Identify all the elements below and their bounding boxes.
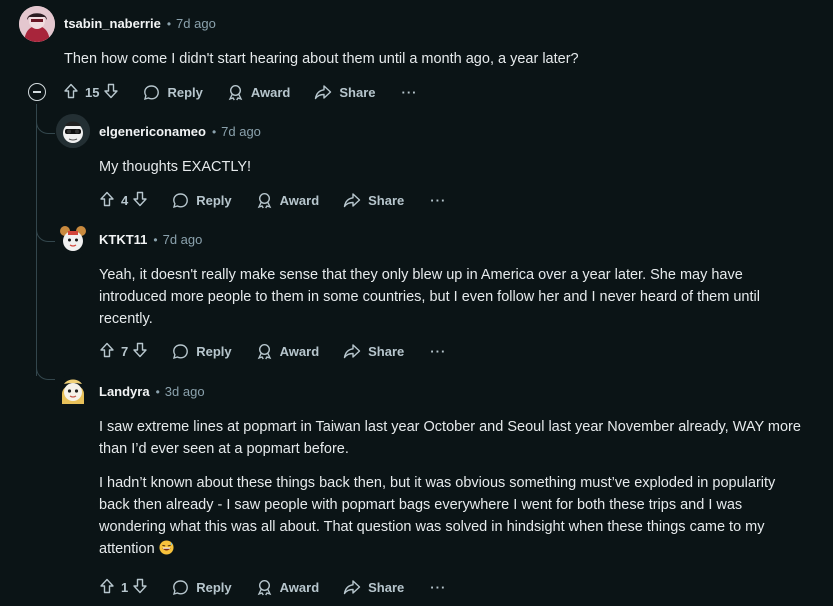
vote-count: 7 — [121, 343, 129, 359]
thread-connector — [36, 121, 55, 134]
reply-button[interactable]: Reply — [172, 192, 232, 209]
upvote-icon[interactable] — [99, 191, 115, 210]
reply-label: Reply — [167, 84, 203, 100]
separator-dot: • — [153, 232, 158, 247]
thread-line — [36, 104, 37, 376]
award-label: Award — [250, 84, 291, 100]
collapse-icon — [33, 91, 41, 93]
vote-control: 15 — [63, 83, 119, 102]
avatar[interactable] — [56, 222, 90, 256]
comment-actions: 15 Reply Award Share ··· — [63, 80, 418, 104]
comment-actions: 4 Reply Award Share ··· — [99, 188, 446, 212]
share-icon — [343, 343, 361, 358]
award-icon — [257, 579, 271, 595]
avatar[interactable] — [56, 114, 90, 148]
more-options-button[interactable]: ··· — [430, 193, 446, 208]
reply-icon — [173, 579, 189, 595]
award-label: Award — [279, 579, 320, 595]
downvote-icon[interactable] — [103, 83, 119, 102]
collapse-thread-button[interactable] — [28, 83, 46, 101]
more-options-button[interactable]: ··· — [430, 580, 446, 595]
timestamp[interactable]: 7d ago — [176, 16, 216, 31]
thread-connector — [36, 367, 55, 380]
more-options-button[interactable]: ··· — [430, 344, 446, 359]
award-icon — [257, 192, 271, 208]
username[interactable]: KTKT11 — [99, 232, 147, 247]
username[interactable]: tsabin_naberrie — [64, 16, 161, 31]
reply-icon — [173, 192, 189, 208]
separator-dot: • — [166, 16, 172, 31]
comment-actions: 7 Reply Award Share ··· — [99, 339, 446, 363]
comment-header: elgenericonameo • 7d ago — [99, 124, 261, 139]
comment-paragraph: Then how come I didn't start hearing abo… — [64, 51, 579, 67]
reply-button[interactable]: Reply — [172, 343, 232, 360]
comment-paragraph-text: I hadn’t known about these things back t… — [99, 475, 776, 557]
downvote-icon[interactable] — [132, 191, 148, 210]
separator-dot: • — [155, 384, 160, 399]
timestamp[interactable]: 7d ago — [163, 232, 203, 247]
upvote-icon[interactable] — [99, 578, 115, 597]
downvote-icon[interactable] — [132, 578, 148, 597]
vote-control: 1 — [99, 578, 148, 597]
username[interactable]: Landyra — [99, 384, 150, 399]
award-button[interactable]: Award — [256, 579, 320, 596]
vote-count: 1 — [121, 579, 129, 595]
comment-body: I saw extreme lines at popmart in Taiwan… — [99, 416, 804, 560]
award-label: Award — [279, 343, 320, 359]
award-icon — [257, 343, 271, 359]
share-button[interactable]: Share — [343, 579, 404, 596]
comment-header: KTKT11 • 7d ago — [99, 232, 202, 247]
upvote-icon[interactable] — [63, 83, 79, 102]
comment-header: Landyra • 3d ago — [99, 384, 205, 399]
award-button[interactable]: Award — [256, 343, 320, 360]
reply-icon — [144, 84, 160, 100]
award-label: Award — [279, 192, 320, 208]
grinning-sweat-emoji — [159, 540, 174, 555]
award-button[interactable]: Award — [256, 192, 320, 209]
reply-icon — [173, 343, 189, 359]
vote-count: 15 — [85, 84, 100, 100]
share-icon — [343, 579, 361, 594]
timestamp[interactable]: 3d ago — [165, 384, 205, 399]
share-icon — [343, 192, 361, 207]
share-label: Share — [368, 343, 405, 359]
share-icon — [315, 84, 332, 99]
vote-count: 4 — [121, 192, 129, 208]
downvote-icon[interactable] — [132, 342, 148, 361]
share-label: Share — [368, 192, 405, 208]
username[interactable]: elgenericonameo — [99, 124, 206, 139]
comment-body: Then how come I didn't start hearing abo… — [64, 48, 804, 70]
award-icon — [228, 84, 243, 100]
comment-paragraph: I saw extreme lines at popmart in Taiwan… — [99, 419, 801, 457]
reply-button[interactable]: Reply — [172, 579, 232, 596]
share-button[interactable]: Share — [314, 84, 376, 101]
separator-dot: • — [211, 124, 217, 139]
upvote-icon[interactable] — [99, 342, 115, 361]
avatar[interactable] — [56, 374, 90, 408]
thread-connector — [36, 229, 55, 242]
comment-paragraph: I hadn’t known about these things back t… — [99, 472, 804, 560]
reply-label: Reply — [196, 579, 232, 595]
avatar[interactable] — [19, 6, 55, 42]
comment-paragraph: My thoughts EXACTLY! — [99, 159, 252, 175]
comment-paragraph: Yeah, it doesn't really make sense that … — [99, 267, 760, 327]
more-options-button[interactable]: ··· — [402, 85, 418, 100]
reply-label: Reply — [196, 343, 232, 359]
comment-header: tsabin_naberrie • 7d ago — [64, 16, 216, 31]
comment-body: Yeah, it doesn't really make sense that … — [99, 264, 799, 330]
timestamp[interactable]: 7d ago — [221, 124, 261, 139]
share-button[interactable]: Share — [343, 343, 404, 360]
vote-control: 7 — [99, 342, 148, 361]
comment-body: My thoughts EXACTLY! — [99, 156, 809, 178]
share-label: Share — [368, 579, 405, 595]
share-button[interactable]: Share — [343, 192, 404, 209]
share-label: Share — [339, 84, 376, 100]
comment-actions: 1 Reply Award Share ··· — [99, 575, 446, 599]
award-button[interactable]: Award — [227, 84, 291, 101]
reply-label: Reply — [196, 192, 232, 208]
vote-control: 4 — [99, 191, 148, 210]
reply-button[interactable]: Reply — [143, 84, 203, 101]
